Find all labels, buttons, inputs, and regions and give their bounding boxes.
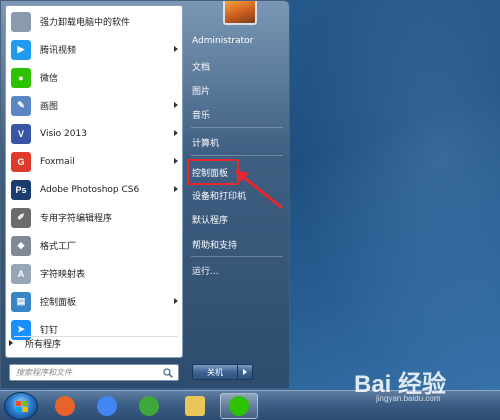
right-divider <box>191 127 283 128</box>
control-panel-icon: ▤ <box>11 291 31 312</box>
search-box[interactable] <box>9 364 179 381</box>
taskbar-button[interactable] <box>176 393 214 419</box>
right-item-pictures[interactable]: 图片 <box>192 80 284 100</box>
right-item-run[interactable]: 运行... <box>192 260 284 280</box>
program-label: 格式工厂 <box>40 242 77 252</box>
highlight-box <box>187 159 239 185</box>
program-label: Adobe Photoshop CS6 <box>40 184 140 195</box>
taskbar-button[interactable] <box>220 393 258 419</box>
program-label: 专用字符编辑程序 <box>40 214 113 224</box>
shutdown-button[interactable]: 关机 <box>192 364 238 380</box>
right-item-help-support[interactable]: 帮助和支持 <box>192 234 284 254</box>
all-programs-label: 所有程序 <box>25 339 62 350</box>
taskbar-button[interactable] <box>130 393 168 419</box>
wechat-icon: ● <box>11 67 31 88</box>
charmap-icon: A <box>11 263 31 284</box>
program-item[interactable]: ✐ 专用字符编辑程序 <box>8 204 182 231</box>
search-input[interactable] <box>16 365 161 380</box>
submenu-arrow-icon[interactable] <box>174 46 178 52</box>
start-button[interactable] <box>4 392 38 420</box>
program-item[interactable]: 强力卸载电脑中的软件 <box>8 8 182 35</box>
program-item[interactable]: ◆ 格式工厂 <box>8 232 182 259</box>
right-divider <box>191 155 283 156</box>
right-item-computer[interactable]: 计算机 <box>192 132 284 152</box>
wechat-taskbar-icon <box>229 396 249 416</box>
refresh-app-taskbar-icon <box>139 396 159 416</box>
search-icon[interactable] <box>163 368 173 378</box>
triangle-right-icon <box>243 369 247 375</box>
start-menu: 强力卸载电脑中的软件 ▶ 腾讯视频 ● 微信 ✎ 画图 V Visio 2013 G Foxmail… <box>0 0 290 389</box>
submenu-arrow-icon[interactable] <box>174 298 178 304</box>
right-item-music[interactable]: 音乐 <box>192 104 284 124</box>
firefox-taskbar-icon <box>55 396 75 416</box>
program-item[interactable]: ✎ 画图 <box>8 92 182 119</box>
submenu-arrow-icon[interactable] <box>174 102 178 108</box>
uninstall-tool-icon <box>11 11 31 32</box>
program-item[interactable]: ▤ 控制面板 <box>8 288 182 315</box>
taskbar-button[interactable] <box>46 393 84 419</box>
submenu-arrow-icon[interactable] <box>174 186 178 192</box>
program-item[interactable]: G Foxmail <box>8 148 182 175</box>
program-label: 微信 <box>40 74 59 84</box>
program-list-pane: 强力卸载电脑中的软件 ▶ 腾讯视频 ● 微信 ✎ 画图 V Visio 2013 G Foxmail… <box>5 5 183 358</box>
right-item-default-programs[interactable]: 默认程序 <box>192 209 284 229</box>
paint-icon: ✎ <box>11 95 31 116</box>
tencent-video-icon: ▶ <box>11 39 31 60</box>
visio-icon: V <box>11 123 31 144</box>
photoshop-icon: Ps <box>11 179 31 200</box>
submenu-arrow-icon[interactable] <box>174 158 178 164</box>
program-item[interactable]: ▶ 腾讯视频 <box>8 36 182 63</box>
watermark-url: jingyan.baidu.com <box>376 394 441 403</box>
windows-logo-icon <box>16 401 28 412</box>
chrome-taskbar-icon <box>97 396 117 416</box>
submenu-arrow-icon[interactable] <box>174 130 178 136</box>
user-picture-avatar[interactable] <box>223 1 257 25</box>
program-label: Visio 2013 <box>40 128 87 139</box>
program-label: 腾讯视频 <box>40 46 77 56</box>
file-explorer-taskbar-icon <box>185 396 205 416</box>
shutdown-options-button[interactable] <box>238 364 253 380</box>
baidu-jingyan-watermark: Bai 经验 jingyan.baidu.com <box>354 364 494 408</box>
annotation-arrow-icon <box>235 170 283 209</box>
program-item[interactable]: Ps Adobe Photoshop CS6 <box>8 176 182 203</box>
foxmail-icon: G <box>11 151 31 172</box>
program-item[interactable]: ● 微信 <box>8 64 182 91</box>
program-label: 强力卸载电脑中的软件 <box>40 18 131 28</box>
program-item[interactable]: V Visio 2013 <box>8 120 182 147</box>
program-label: Foxmail <box>40 156 75 167</box>
all-programs-button[interactable]: 所有程序 <box>9 335 61 351</box>
program-label: 字符映射表 <box>40 270 86 280</box>
char-editor-icon: ✐ <box>11 207 31 228</box>
desktop-wallpaper <box>300 0 500 390</box>
taskbar-button[interactable] <box>88 393 126 419</box>
right-item-user[interactable]: Administrator <box>192 31 284 51</box>
program-label: 画图 <box>40 102 59 112</box>
right-item-documents[interactable]: 文档 <box>192 56 284 76</box>
right-divider <box>191 256 283 257</box>
triangle-right-icon <box>9 340 13 346</box>
format-factory-icon: ◆ <box>11 235 31 256</box>
program-label: 控制面板 <box>40 298 77 308</box>
program-item[interactable]: A 字符映射表 <box>8 260 182 287</box>
